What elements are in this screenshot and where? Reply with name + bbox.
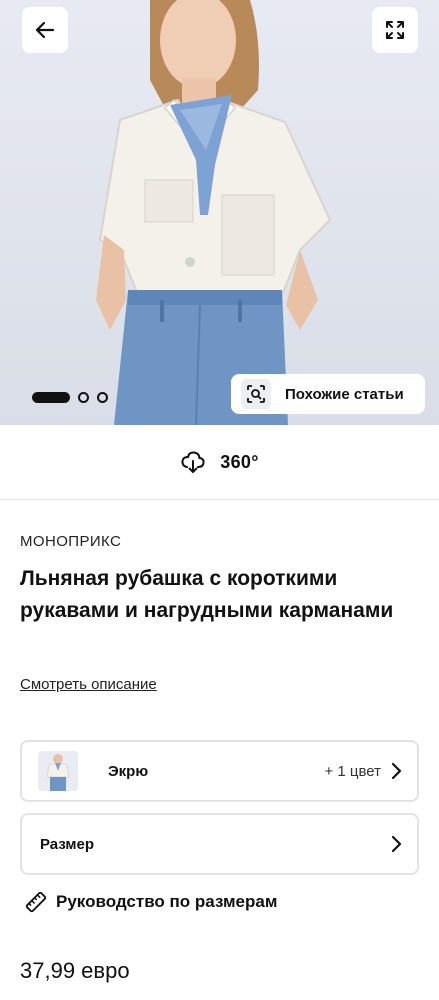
product-price: 37,99 евро [20,958,130,983]
brand-name[interactable]: МОНОПРИКС [20,533,121,550]
size-label: Размер [40,835,95,853]
size-guide-link[interactable]: Руководство по размерам [24,890,277,914]
carousel-indicator [32,392,108,403]
color-selector[interactable]: Экрю + 1 цвет [20,740,419,802]
more-colors-count: + 1 цвет [324,762,381,780]
fullscreen-button[interactable] [372,7,418,53]
similar-items-button[interactable]: Похожие статьи [231,374,425,414]
360-rotate-icon [181,451,205,473]
view-360-label: 360° [220,451,259,472]
product-title: Льняная рубашка с короткими рукавами и н… [20,567,394,622]
product-image-carousel[interactable]: Похожие статьи [0,0,439,425]
chevron-right-icon [391,762,403,780]
visual-search-icon [241,379,271,409]
product-photo [96,0,332,425]
view-description-link[interactable]: Смотреть описание [20,676,157,693]
chevron-right-icon [391,835,403,853]
arrow-left-icon [35,21,55,39]
back-button[interactable] [22,7,68,53]
similar-items-label: Похожие статьи [285,385,404,403]
carousel-dot-active[interactable] [32,392,70,403]
ruler-icon [25,891,47,913]
carousel-dot[interactable] [97,392,108,403]
size-guide-label: Руководство по размерам [56,892,278,911]
carousel-dot[interactable] [78,392,89,403]
selected-color-name: Экрю [108,762,149,780]
size-selector[interactable]: Размер [20,813,419,875]
color-thumbnail [38,751,78,791]
view-360-button[interactable]: 360° [0,425,439,500]
expand-icon [386,21,404,39]
